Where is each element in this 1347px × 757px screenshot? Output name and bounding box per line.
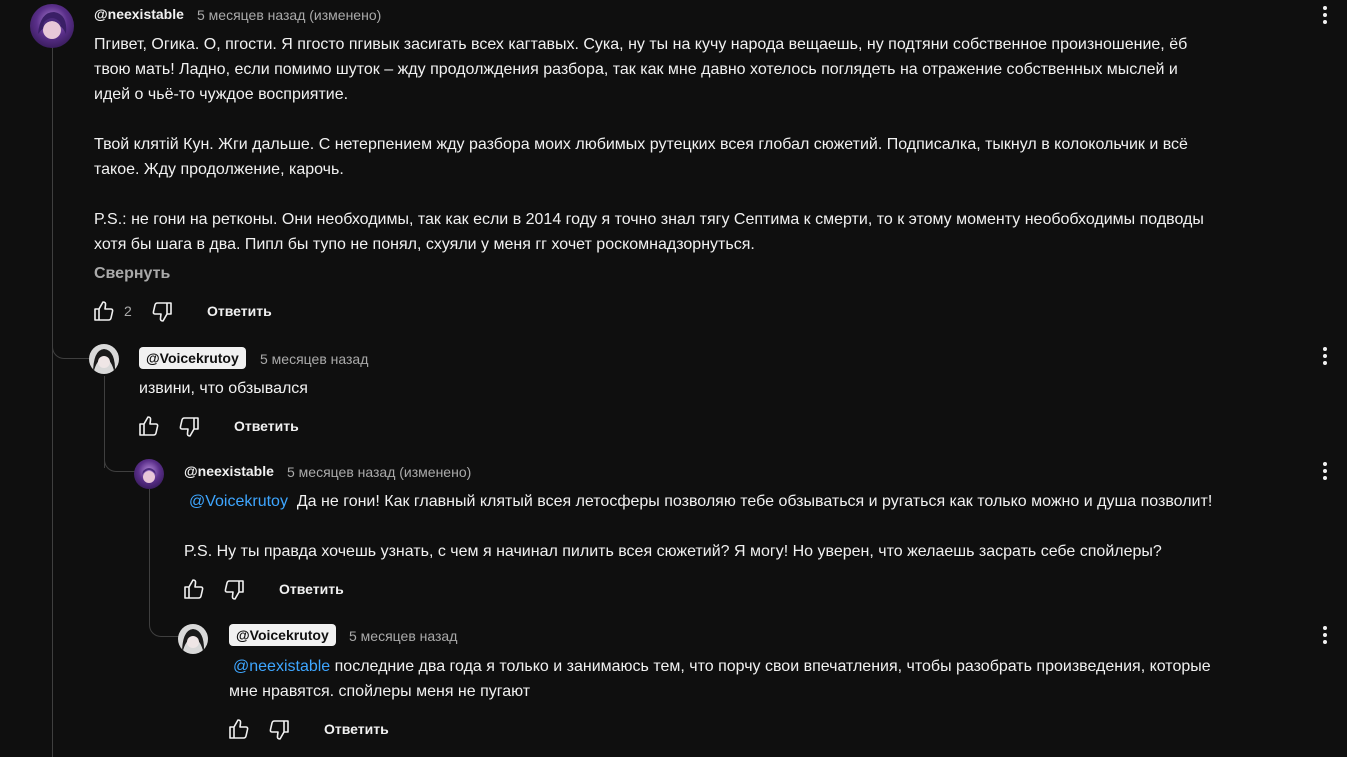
mention-link[interactable]: @Voicekrutoy	[189, 493, 288, 510]
comment-timestamp[interactable]: 5 месяцев назад (изменено)	[197, 7, 381, 23]
comment-line: твою мать! Ладно, если помимо шуток – жд…	[94, 61, 1178, 78]
comment-author[interactable]: @Voicekrutoy	[229, 624, 336, 646]
reply-button[interactable]: Ответить	[324, 721, 389, 737]
avatar-image	[93, 349, 116, 374]
avatar-image	[142, 468, 156, 483]
avatar-image	[182, 629, 205, 654]
reply-button[interactable]: Ответить	[207, 303, 272, 319]
comment-line: Твой клятій Кун. Жги дальше. С нетерпени…	[94, 136, 1188, 153]
reply-button[interactable]: Ответить	[279, 581, 344, 597]
thumb-up-icon[interactable]	[182, 577, 206, 601]
collapse-button[interactable]: Свернуть	[94, 265, 170, 283]
thread-connector-3	[149, 609, 179, 637]
avatar[interactable]	[30, 4, 74, 48]
comment-line-text: Да не гони! Как главный клятый всея лето…	[296, 493, 1213, 510]
thread-line-main	[52, 46, 53, 757]
mention-link[interactable]: @neexistable	[233, 658, 330, 675]
comment-author[interactable]: @neexistable	[94, 6, 184, 22]
more-vertical-icon[interactable]	[1313, 459, 1337, 483]
comment-timestamp[interactable]: 5 месяцев назад (изменено)	[287, 464, 471, 480]
comment-timestamp[interactable]: 5 месяцев назад	[260, 351, 368, 367]
reply-button[interactable]: Ответить	[234, 418, 299, 434]
comment-author[interactable]: @Voicekrutoy	[139, 347, 246, 369]
thread-connector-1	[52, 330, 89, 359]
avatar[interactable]	[178, 624, 208, 654]
thumb-down-icon[interactable]	[177, 415, 201, 439]
comment-line: P.S. Ну ты правда хочешь узнать, с чем я…	[184, 543, 1162, 560]
comment-line: мне нравятся. спойлеры меня не пугают	[229, 683, 531, 700]
comment-timestamp[interactable]: 5 месяцев назад	[349, 628, 457, 644]
thumb-down-icon[interactable]	[222, 578, 246, 602]
comment-line: хотя бы шага в два. Пипл бы тупо не поня…	[94, 236, 755, 253]
comment-line: Пгивет, Огика. О, пгости. Я пгосто пгивы…	[94, 36, 1188, 53]
thread-line-reply2	[149, 489, 150, 609]
more-vertical-icon[interactable]	[1313, 623, 1337, 647]
like-count: 2	[124, 303, 132, 319]
comment-text: @neexistable последние два года я только…	[229, 654, 1339, 704]
avatar-image	[38, 12, 67, 39]
comment-line-text: последние два года я только и занимаюсь …	[334, 658, 1211, 675]
thumb-up-icon[interactable]	[227, 717, 251, 741]
more-vertical-icon[interactable]	[1313, 344, 1337, 368]
avatar[interactable]	[89, 344, 119, 374]
comment-text: @Voicekrutoy Да не гони! Как главный кля…	[184, 489, 1344, 564]
comment-line: @neexistable последние два года я только…	[229, 654, 1339, 679]
comment-line: идей о чьё-то чуждое восприятие.	[94, 86, 349, 103]
comment-line: @Voicekrutoy Да не гони! Как главный кля…	[184, 489, 1344, 514]
thumb-up-icon[interactable]	[92, 299, 116, 323]
thumb-down-icon[interactable]	[267, 718, 291, 742]
comment-author[interactable]: @neexistable	[184, 463, 274, 479]
thumb-down-icon[interactable]	[150, 300, 174, 324]
comment-line: P.S.: не гони на ретконы. Они необходимы…	[94, 211, 1204, 228]
comment-text: извини, что обзывался	[139, 380, 308, 397]
more-vertical-icon[interactable]	[1313, 3, 1337, 27]
comment-line: такое. Жду продолжение, карочь.	[94, 161, 344, 178]
thread-connector-2	[104, 444, 135, 472]
comment-text: Пгивет, Огика. О, пгости. Я пгосто пгивы…	[94, 32, 1334, 257]
thumb-up-icon[interactable]	[137, 414, 161, 438]
avatar[interactable]	[134, 459, 164, 489]
